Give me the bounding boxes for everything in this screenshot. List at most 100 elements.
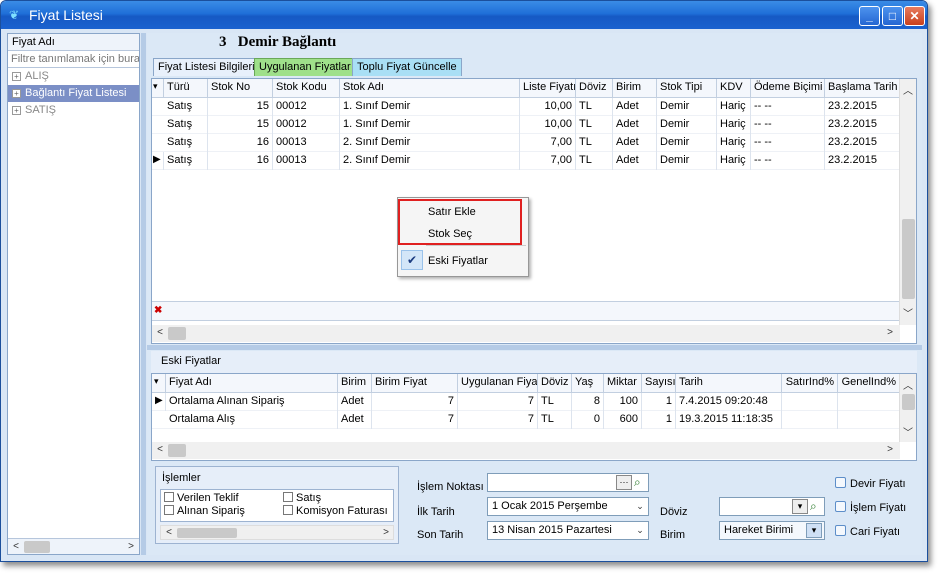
- tree-node-baglanti[interactable]: + Bağlantı Fiyat Listesi: [8, 85, 139, 102]
- col-fiyat-adi[interactable]: Fiyat Adı: [166, 374, 338, 392]
- scroll-right-icon[interactable]: >: [883, 444, 897, 455]
- col-birim[interactable]: Birim: [338, 374, 372, 392]
- col-birim-fiyat[interactable]: Birim Fiyat: [372, 374, 458, 392]
- tree-hscrollbar[interactable]: < >: [8, 538, 139, 554]
- col-turu[interactable]: Türü: [164, 79, 208, 97]
- vertical-splitter[interactable]: [141, 33, 146, 555]
- scroll-left-icon[interactable]: <: [162, 527, 176, 538]
- tab-toplu-fiyat-guncelle[interactable]: Toplu Fiyat Güncelle: [352, 58, 462, 76]
- expand-icon[interactable]: +: [12, 72, 21, 81]
- col-tarih[interactable]: Tarih: [676, 374, 782, 392]
- checkbox[interactable]: [283, 492, 293, 502]
- price-list-tree: Fiyat Adı Filtre tanımlamak için buraya …: [7, 33, 140, 555]
- ellipsis-button[interactable]: ···: [616, 475, 632, 490]
- close-button[interactable]: ✕: [904, 6, 925, 26]
- scroll-left-icon[interactable]: <: [153, 444, 167, 455]
- scroll-thumb[interactable]: [902, 219, 915, 299]
- scroll-up-icon[interactable]: ︿: [901, 82, 915, 97]
- menu-item-eski-fiyatlar[interactable]: Eski Fiyatlar: [428, 255, 488, 267]
- scroll-left-icon[interactable]: <: [153, 327, 167, 338]
- old-grid-vscrollbar[interactable]: ︿ ﹀: [899, 374, 916, 442]
- expand-icon[interactable]: +: [12, 89, 21, 98]
- col-baslama-tarih[interactable]: Başlama Tarih: [825, 79, 900, 97]
- scroll-thumb[interactable]: [168, 327, 186, 340]
- col-uygulanan-fiyat[interactable]: Uygulanan Fiyat: [458, 374, 538, 392]
- old-price-row[interactable]: ▶ Ortalama Alınan Sipariş Adet 7 7 TL 8 …: [152, 393, 900, 411]
- tree-header[interactable]: Fiyat Adı: [8, 34, 139, 51]
- grid-vscrollbar[interactable]: ︿ ﹀: [899, 79, 916, 325]
- checkbox[interactable]: [835, 501, 846, 512]
- son-tarih-picker[interactable]: 13 Nisan 2015 Pazartesi ⌄: [487, 521, 649, 540]
- tab-uygulanan-fiyatlar[interactable]: Uygulanan Fiyatlar: [254, 58, 356, 76]
- column-chooser-icon[interactable]: ▾: [152, 374, 166, 392]
- table-row[interactable]: Satış 15 00012 1. Sınıf Demir 10,00 TL A…: [152, 116, 900, 134]
- islem-noktasi-input[interactable]: ··· ⌕: [487, 473, 649, 492]
- col-yas[interactable]: Yaş: [572, 374, 604, 392]
- islem-fiyati-option[interactable]: İşlem Fiyatı: [835, 501, 906, 514]
- table-row[interactable]: Satış 16 00013 2. Sınıf Demir 7,00 TL Ad…: [152, 134, 900, 152]
- checkbox[interactable]: [835, 525, 846, 536]
- scroll-left-icon[interactable]: <: [9, 541, 23, 552]
- scroll-thumb[interactable]: [177, 528, 237, 538]
- col-satir-ind[interactable]: SatırInd%: [782, 374, 838, 392]
- checkbox[interactable]: [283, 505, 293, 515]
- option-alinan-siparis[interactable]: Alınan Sipariş: [164, 505, 245, 517]
- col-liste-fiyati[interactable]: Liste Fiyatı: [520, 79, 576, 97]
- scroll-right-icon[interactable]: >: [883, 327, 897, 338]
- old-price-row[interactable]: Ortalama Alış Adet 7 7 TL 0 600 1 19.3.2…: [152, 411, 900, 429]
- devir-fiyati-option[interactable]: Devir Fiyatı: [835, 477, 906, 490]
- tree-node-alis[interactable]: + ALIŞ: [8, 68, 139, 85]
- chevron-down-icon[interactable]: ▾: [792, 499, 808, 514]
- binoculars-icon[interactable]: ⌕: [634, 475, 641, 490]
- checkbox[interactable]: [164, 492, 174, 502]
- chevron-down-icon[interactable]: ⌄: [633, 499, 647, 514]
- col-doviz[interactable]: Döviz: [576, 79, 613, 97]
- column-chooser-icon[interactable]: ▾: [152, 79, 164, 97]
- scroll-thumb[interactable]: [902, 394, 915, 410]
- old-grid-hscrollbar[interactable]: < >: [152, 442, 900, 459]
- table-row-current[interactable]: ▶ Satış 16 00013 2. Sınıf Demir 7,00 TL …: [152, 152, 900, 170]
- binoculars-icon[interactable]: ⌕: [810, 499, 817, 514]
- expand-icon[interactable]: +: [12, 106, 21, 115]
- scroll-thumb[interactable]: [168, 444, 186, 457]
- col-stok-tipi[interactable]: Stok Tipi: [657, 79, 717, 97]
- islemler-hscrollbar[interactable]: < >: [160, 525, 394, 540]
- col-sayisi[interactable]: Sayısı: [642, 374, 676, 392]
- col-doviz[interactable]: Döviz: [538, 374, 572, 392]
- tree-filter-input[interactable]: Filtre tanımlamak için buraya: [8, 51, 139, 68]
- scroll-right-icon[interactable]: >: [379, 527, 393, 538]
- col-birim[interactable]: Birim: [613, 79, 657, 97]
- col-odeme-bicimi[interactable]: Ödeme Biçimi: [751, 79, 825, 97]
- option-satis[interactable]: Satış: [283, 492, 321, 504]
- checkbox[interactable]: [164, 505, 174, 515]
- horizontal-splitter[interactable]: [147, 345, 922, 350]
- col-genel-ind[interactable]: GenelInd%: [838, 374, 900, 392]
- ilk-tarih-picker[interactable]: 1 Ocak 2015 Perşembe ⌄: [487, 497, 649, 516]
- chevron-down-icon[interactable]: ▾: [806, 523, 822, 538]
- option-komisyon-faturasi[interactable]: Komisyon Faturası: [283, 505, 388, 517]
- scroll-down-icon[interactable]: ﹀: [901, 424, 915, 439]
- scroll-down-icon[interactable]: ﹀: [901, 305, 915, 320]
- doviz-select[interactable]: ▾ ⌕: [719, 497, 825, 516]
- checkbox[interactable]: [835, 477, 846, 488]
- scroll-thumb[interactable]: [24, 541, 50, 553]
- col-stok-kodu[interactable]: Stok Kodu: [273, 79, 340, 97]
- scroll-right-icon[interactable]: >: [124, 541, 138, 552]
- option-verilen-teklif[interactable]: Verilen Teklif: [164, 492, 239, 504]
- col-stok-adi[interactable]: Stok Adı: [340, 79, 520, 97]
- col-kdv[interactable]: KDV: [717, 79, 751, 97]
- col-miktar[interactable]: Miktar: [604, 374, 642, 392]
- cari-fiyati-option[interactable]: Cari Fiyatı: [835, 525, 900, 538]
- chevron-down-icon[interactable]: ⌄: [633, 523, 647, 538]
- grid-hscrollbar[interactable]: < >: [152, 325, 900, 342]
- title-bar[interactable]: ❦ Fiyat Listesi _ □ ✕: [1, 1, 927, 29]
- minimize-button[interactable]: _: [859, 6, 880, 26]
- tab-fiyat-listesi-bilgileri[interactable]: Fiyat Listesi Bilgileri: [153, 58, 260, 76]
- table-row[interactable]: Satış 15 00012 1. Sınıf Demir 10,00 TL A…: [152, 98, 900, 116]
- delete-row-icon[interactable]: ✖: [154, 305, 162, 316]
- col-stok-no[interactable]: Stok No: [208, 79, 273, 97]
- maximize-button[interactable]: □: [882, 6, 903, 26]
- scroll-up-icon[interactable]: ︿: [901, 377, 915, 392]
- tree-node-satis[interactable]: + SATIŞ: [8, 102, 139, 119]
- birim-select[interactable]: Hareket Birimi ▾: [719, 521, 825, 540]
